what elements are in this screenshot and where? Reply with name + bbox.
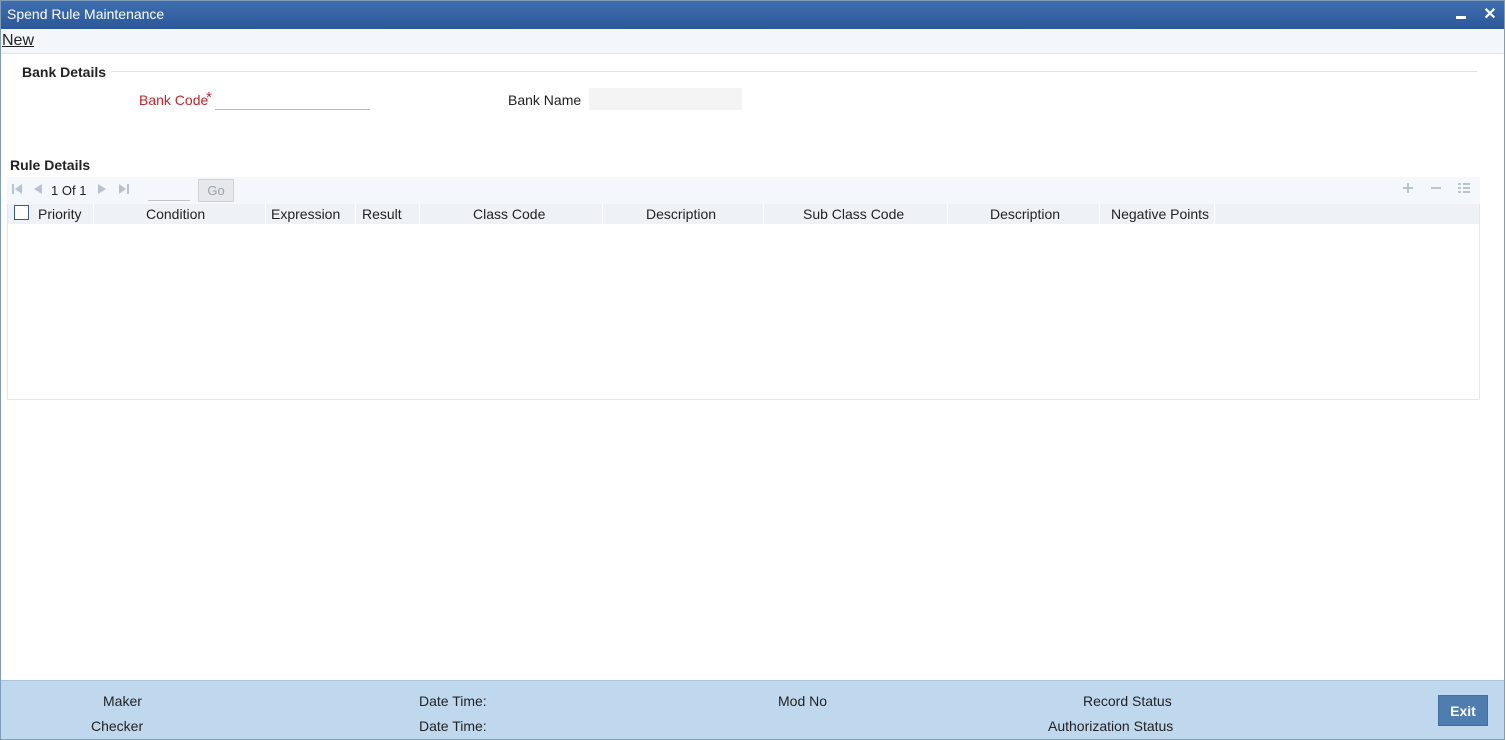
total-pages: 1: [79, 183, 87, 198]
grid-header-row: Priority Condition Expression Result Cla…: [8, 204, 1479, 224]
grid-toolbar: 1 Of 1 Go: [7, 177, 1480, 204]
bank-name-label: Bank Name: [508, 92, 582, 108]
column-header-negative-points[interactable]: Negative Points: [1111, 204, 1215, 224]
page-number-input[interactable]: [148, 180, 190, 201]
maker-label: Maker: [103, 693, 142, 709]
next-page-icon[interactable]: [95, 183, 109, 197]
add-row-icon[interactable]: [1400, 182, 1416, 198]
checker-label: Checker: [91, 718, 144, 734]
last-page-icon[interactable]: [117, 183, 131, 197]
authorization-status-label: Authorization Status: [1048, 718, 1174, 734]
column-header-condition[interactable]: Condition: [146, 204, 266, 224]
first-page-icon[interactable]: [10, 183, 24, 197]
minimize-icon[interactable]: [1451, 5, 1471, 25]
close-icon[interactable]: ✕: [1480, 5, 1500, 25]
checker-date-time-label: Date Time:: [419, 718, 487, 734]
bank-code-label: Bank Code: [139, 92, 209, 108]
page-indicator: 1 Of 1: [51, 183, 86, 198]
window-title: Spend Rule Maintenance: [7, 6, 165, 22]
spend-rule-maintenance-window: Spend Rule Maintenance ✕ New Bank Detail…: [0, 0, 1505, 740]
mod-no-label: Mod No: [778, 693, 828, 709]
record-status-label: Record Status: [1083, 693, 1172, 709]
rule-details-heading: Rule Details: [10, 157, 91, 173]
column-header-class-code[interactable]: Class Code: [473, 204, 603, 224]
exit-button[interactable]: Exit: [1438, 695, 1488, 726]
maker-date-time-label: Date Time:: [419, 693, 487, 709]
of-label: Of: [61, 183, 76, 198]
bank-code-input[interactable]: [215, 89, 370, 110]
go-button[interactable]: Go: [198, 179, 234, 202]
bank-details-heading: Bank Details: [22, 64, 107, 80]
single-view-icon[interactable]: [1456, 182, 1472, 198]
delete-row-icon[interactable]: [1428, 182, 1444, 198]
audit-footer: Maker Checker Date Time: Date Time: Mod …: [1, 680, 1504, 739]
new-link[interactable]: New: [2, 32, 34, 50]
select-all-checkbox[interactable]: [14, 205, 29, 220]
column-header-expression[interactable]: Expression: [271, 204, 356, 224]
section-divider: [111, 71, 1477, 72]
previous-page-icon[interactable]: [31, 183, 45, 197]
menu-bar: New: [1, 29, 1504, 54]
rule-details-grid: Priority Condition Expression Result Cla…: [7, 204, 1480, 400]
required-mark: *: [206, 89, 212, 106]
column-header-sub-description[interactable]: Description: [990, 204, 1100, 224]
column-header-priority[interactable]: Priority: [38, 204, 94, 224]
title-bar: Spend Rule Maintenance ✕: [1, 1, 1504, 29]
column-header-sub-class-code[interactable]: Sub Class Code: [803, 204, 948, 224]
column-header-result[interactable]: Result: [362, 204, 420, 224]
current-page: 1: [51, 183, 59, 198]
column-header-description[interactable]: Description: [646, 204, 764, 224]
bank-name-input[interactable]: [589, 88, 742, 110]
